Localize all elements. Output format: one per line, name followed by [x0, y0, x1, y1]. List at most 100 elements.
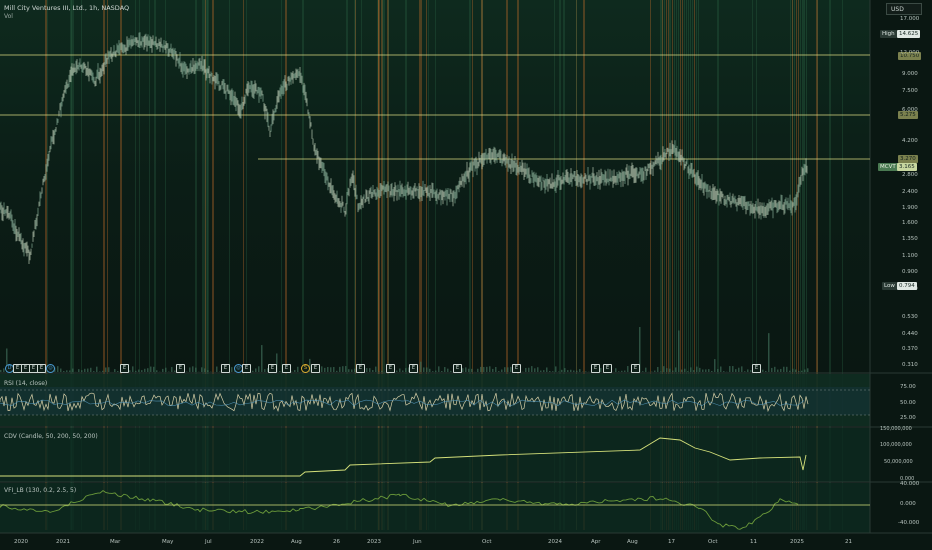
volume-bar — [777, 369, 779, 372]
volume-bar — [786, 366, 788, 372]
earnings-marker[interactable]: E — [603, 364, 612, 373]
volume-bar — [570, 369, 572, 372]
earnings-marker[interactable]: E — [268, 364, 277, 373]
volume-bar — [771, 367, 773, 372]
volume-bar — [252, 370, 254, 372]
time-tick: 26 — [333, 539, 340, 545]
volume-bar — [801, 370, 803, 372]
earnings-marker[interactable]: E — [512, 364, 521, 373]
volume-bar — [699, 367, 701, 372]
earnings-marker[interactable]: E — [386, 364, 395, 373]
chart-stage[interactable]: Mill City Ventures III, Ltd., 1h, NASDAQ… — [0, 0, 932, 550]
earnings-marker[interactable]: E — [409, 364, 418, 373]
volume-bar — [78, 369, 80, 372]
volume-bar — [546, 367, 548, 372]
dividend-marker[interactable]: ◎ — [46, 364, 55, 373]
volume-bar — [789, 370, 791, 372]
volume-bar — [669, 368, 671, 372]
volume-bar — [348, 369, 350, 372]
volume-bar — [69, 370, 71, 372]
volume-bar — [57, 366, 59, 372]
volume-bar — [207, 370, 209, 372]
volume-bar — [744, 371, 746, 372]
volume-bar — [369, 368, 371, 372]
cdv-tick: 150,000,000 — [880, 426, 912, 432]
price-tick: 1.100 — [902, 253, 918, 259]
volume-bar — [693, 370, 695, 372]
volume-bar — [396, 370, 398, 372]
volume-bar — [657, 366, 659, 372]
earnings-marker[interactable]: E — [631, 364, 640, 373]
volume-bar — [672, 370, 674, 372]
time-tick: 2023 — [367, 539, 381, 545]
volume-bar — [399, 368, 401, 372]
volume-bar — [645, 367, 647, 372]
volume-bar — [426, 367, 428, 372]
time-tick: Oct — [482, 539, 492, 545]
earnings-marker[interactable]: E — [752, 364, 761, 373]
time-tick: Apr — [591, 539, 601, 545]
volume-bar — [114, 369, 116, 372]
symbol-title: Mill City Ventures III, Ltd., 1h, NASDAQ — [4, 4, 130, 12]
low-label: Low — [882, 282, 897, 290]
volume-bar — [642, 371, 644, 372]
price-tick: 9.000 — [902, 71, 918, 77]
volume-bar — [99, 371, 101, 372]
volume-bar — [153, 366, 155, 372]
volume-bar — [66, 370, 68, 372]
earnings-marker[interactable]: E — [282, 364, 291, 373]
rsi-tick: 50.00 — [900, 400, 916, 406]
vfi-tick: 0.000 — [900, 501, 916, 507]
volume-bar — [729, 366, 731, 372]
volume-bar — [105, 367, 107, 372]
chart-canvas[interactable] — [0, 0, 932, 550]
currency-button[interactable]: USD — [886, 3, 922, 15]
earnings-marker[interactable]: E — [221, 364, 230, 373]
volume-bar — [96, 366, 98, 372]
volume-bar — [495, 366, 497, 372]
level-tag-low: 3.270 — [898, 155, 918, 163]
split-marker[interactable]: S — [301, 364, 310, 373]
high-value: 14.625 — [897, 30, 921, 38]
volume-bar — [432, 371, 434, 372]
time-tick: 2024 — [548, 539, 562, 545]
volume-bar — [624, 370, 626, 372]
earnings-marker[interactable]: E — [37, 364, 46, 373]
earnings-marker[interactable]: E — [591, 364, 600, 373]
last-price-tag: 3.165 — [897, 163, 917, 171]
volume-bar — [708, 369, 710, 372]
volume-bar — [468, 368, 470, 372]
volume-bar — [507, 367, 509, 372]
volume-bar — [108, 367, 110, 372]
volume-bar — [132, 366, 134, 372]
volume-bar — [807, 368, 809, 372]
volume-bar — [195, 367, 197, 372]
volume-bar — [321, 366, 323, 372]
volume-bar — [204, 368, 206, 372]
price-tick: 7.500 — [902, 88, 918, 94]
volume-bar — [486, 366, 488, 372]
time-tick: 2021 — [56, 539, 70, 545]
volume-bar — [150, 366, 152, 372]
level-tag-mid: 5.275 — [898, 111, 918, 119]
earnings-marker[interactable]: E — [242, 364, 251, 373]
volume-bar — [720, 366, 722, 372]
earnings-marker[interactable]: E — [453, 364, 462, 373]
cdv-tick: 50,000,000 — [884, 459, 913, 465]
volume-bar — [531, 366, 533, 372]
volume-bar — [543, 370, 545, 372]
earnings-marker[interactable]: E — [120, 364, 129, 373]
cdv-tick: 100,000,000 — [880, 442, 912, 448]
volume-bar — [423, 367, 425, 372]
time-tick: 17 — [668, 539, 675, 545]
time-tick: May — [162, 539, 174, 545]
volume-bar — [783, 366, 785, 372]
volume-bar — [444, 367, 446, 372]
volume-bar — [351, 369, 353, 372]
volume-bar — [795, 369, 797, 372]
high-label: High — [880, 30, 897, 38]
earnings-marker[interactable]: E — [311, 364, 320, 373]
earnings-marker[interactable]: E — [176, 364, 185, 373]
volume-bar — [441, 370, 443, 372]
earnings-marker[interactable]: E — [356, 364, 365, 373]
